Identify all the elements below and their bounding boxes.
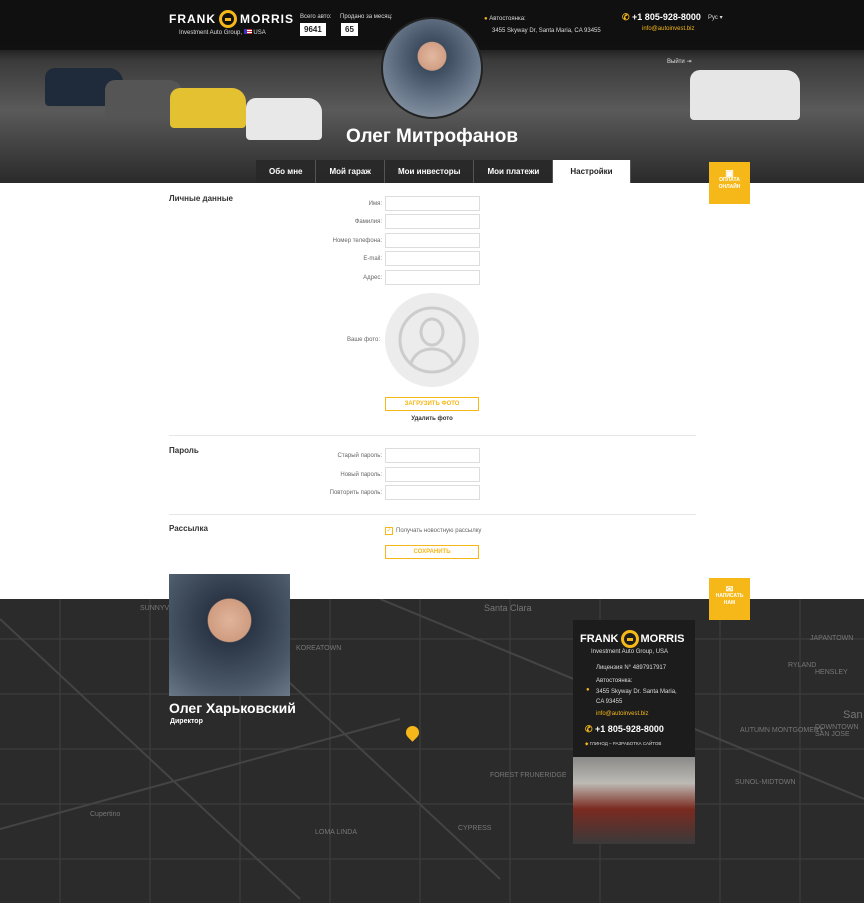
- tab-investors[interactable]: Мои инвесторы: [384, 160, 475, 183]
- new-password-input[interactable]: [385, 467, 480, 482]
- user-silhouette-icon: [398, 306, 466, 374]
- footer-logo: FRANK MORRIS: [580, 630, 685, 648]
- map-label: DOWNTOWN SAN JOSE: [815, 724, 859, 738]
- logo[interactable]: FRANK MORRIS: [169, 10, 294, 28]
- map-label: FOREST FRUNERIDGE: [490, 772, 567, 779]
- language-select[interactable]: Рус ▾: [708, 14, 723, 21]
- brand-left: FRANK: [169, 12, 216, 26]
- divider: [169, 514, 696, 515]
- old-password-row: Старый пароль:: [300, 448, 480, 463]
- password-title: Пароль: [169, 446, 199, 455]
- first-name-row: Имя:: [300, 196, 480, 211]
- logout-link[interactable]: Выйти ⇥: [667, 58, 691, 65]
- last-name-input[interactable]: [385, 214, 480, 229]
- profile-name: Олег Митрофанов: [345, 126, 519, 147]
- divider: [169, 435, 696, 436]
- card-address: 3455 Skyway Dr. Santa Maria, CA 93455: [596, 689, 677, 705]
- director-name: Олег Харьковский: [169, 700, 296, 716]
- profile-avatar: [381, 17, 483, 119]
- map-streets: [0, 599, 864, 903]
- upload-photo-button[interactable]: ЗАГРУЗИТЬ ФОТО: [385, 397, 479, 411]
- last-name-row: Фамилия:: [300, 214, 480, 229]
- delete-photo-link[interactable]: Удалить фото: [385, 416, 479, 422]
- new-password-row: Новый пароль:: [300, 467, 480, 482]
- logout-icon: ⇥: [686, 59, 692, 65]
- card-phone[interactable]: ✆ +1 805-928-8000: [585, 724, 664, 735]
- newsletter-checkbox-row: ✓ Получать новостную рассылку: [385, 527, 481, 535]
- wallet-icon: ▣: [725, 168, 734, 178]
- tab-payments[interactable]: Мои платежи: [474, 160, 554, 183]
- photo-placeholder: [385, 293, 479, 387]
- email-row: E-mail:: [300, 251, 480, 266]
- photo-label: Ваше фото:: [347, 337, 380, 343]
- brand-right: MORRIS: [240, 12, 294, 26]
- contact-card: FRANK MORRIS Investment Auto Group, USA Л…: [573, 620, 695, 844]
- map-label: RYLAND: [788, 662, 817, 669]
- map-label: Cupertino: [90, 811, 121, 818]
- repeat-password-input[interactable]: [385, 485, 480, 500]
- parking-label: Автостоянка:: [596, 678, 633, 684]
- phone-icon: ✆: [585, 724, 596, 734]
- map-label: KOREATOWN: [296, 645, 342, 652]
- map-label: HENSLEY: [815, 669, 848, 676]
- director-photo: [169, 574, 290, 696]
- steering-wheel-icon: [219, 10, 237, 28]
- profile-tabs: Обо мне Мой гараж Мои инвесторы Мои плат…: [256, 160, 631, 183]
- map-label: Santa Clara: [484, 603, 532, 613]
- footer-subtitle: Investment Auto Group, USA: [591, 649, 669, 655]
- address-input[interactable]: [385, 270, 480, 285]
- phone-input[interactable]: [385, 233, 480, 248]
- sold-value: 65: [341, 23, 358, 36]
- write-us-button[interactable]: ✉ НАПИСАТЬ НАМ: [709, 578, 750, 620]
- parking-info: ● Автостоянка: 3455 Skyway Dr, Santa Mari…: [484, 16, 601, 34]
- repeat-password-row: Повторить пароль:: [300, 485, 480, 500]
- map-label: CYPRESS: [458, 825, 492, 832]
- tab-garage[interactable]: Мой гараж: [316, 160, 385, 183]
- phone-icon: ✆: [622, 12, 633, 22]
- logo-subtitle: Investment Auto Group, USA: [179, 29, 266, 36]
- garage-photo: [573, 757, 695, 844]
- tab-settings[interactable]: Настройки: [553, 160, 631, 183]
- license: Лицензия N° 4897917917: [596, 665, 667, 671]
- pay-online-button[interactable]: ▣ ОПЛАТА ОНЛАЙН: [709, 162, 750, 204]
- newsletter-label: Получать новостную рассылку: [396, 528, 482, 534]
- email-link[interactable]: info@autoinvest.biz: [642, 26, 694, 32]
- map-label: JAPANTOWN: [810, 635, 854, 642]
- newsletter-checkbox[interactable]: ✓: [385, 527, 393, 535]
- phone-row: Номер телефона:: [300, 233, 480, 248]
- email-input[interactable]: [385, 251, 480, 266]
- flag-icon: [243, 29, 252, 34]
- save-button[interactable]: СОХРАНИТЬ: [385, 545, 479, 559]
- map-label: SUNOL-MIDTOWN: [735, 779, 796, 786]
- map[interactable]: SUNNYVALE KOREATOWN Santa Clara JAPANTOW…: [0, 599, 864, 903]
- director-role: Директор: [170, 718, 203, 725]
- phone-link[interactable]: ✆ +1 805-928-8000: [622, 12, 701, 23]
- map-label: AUTUMN MONTGOMERY: [740, 727, 824, 734]
- total-label: Всего авто:: [300, 14, 332, 20]
- first-name-input[interactable]: [385, 196, 480, 211]
- map-label: LOMA LINDA: [315, 829, 358, 836]
- old-password-input[interactable]: [385, 448, 480, 463]
- tab-about[interactable]: Обо мне: [256, 160, 317, 183]
- sold-label: Продано за месяц:: [340, 14, 393, 20]
- envelope-icon: ✉: [725, 584, 734, 594]
- personal-title: Личные данные: [169, 194, 233, 203]
- total-value: 9641: [300, 23, 326, 36]
- address-row: Адрес:: [300, 270, 480, 285]
- steering-wheel-icon: [620, 630, 639, 648]
- pin-icon: ●: [586, 687, 590, 693]
- newsletter-title: Рассылка: [169, 524, 208, 533]
- developer-link[interactable]: ◆ ГЛИНОД – РАЗРАБОТКА САЙТОВ: [585, 741, 661, 747]
- card-email[interactable]: info@autoinvest.biz: [596, 711, 648, 717]
- map-label: San: [843, 709, 863, 721]
